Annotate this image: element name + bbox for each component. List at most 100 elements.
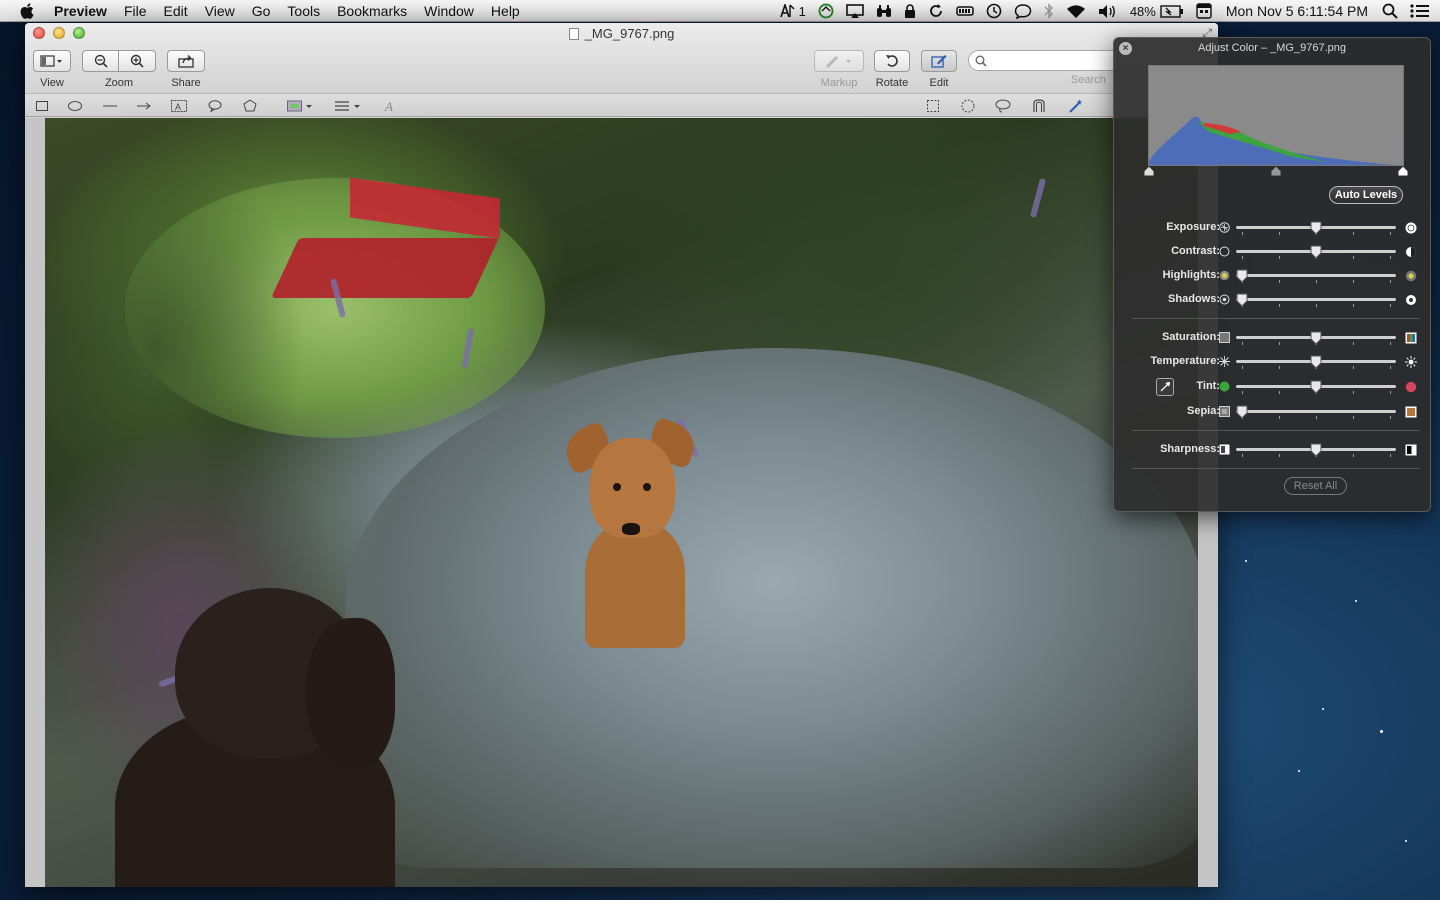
edit-pencil-icon xyxy=(931,55,947,68)
highlights-slider-track[interactable] xyxy=(1236,274,1396,277)
menu-edit[interactable]: Edit xyxy=(155,0,196,22)
color-picker-icon[interactable] xyxy=(287,98,317,114)
slider-tick xyxy=(1390,366,1391,369)
shadows-slider-track[interactable] xyxy=(1236,298,1396,301)
wifi-icon[interactable] xyxy=(1060,0,1092,22)
menu-window[interactable]: Window xyxy=(416,0,483,22)
reset-all-button[interactable]: Reset All xyxy=(1284,477,1347,495)
contrast-slider-thumb[interactable] xyxy=(1310,245,1322,259)
rect-selection-icon[interactable] xyxy=(925,98,941,114)
search-icon xyxy=(975,55,987,67)
view-label: View xyxy=(40,77,64,89)
slider-tick xyxy=(1316,280,1317,283)
bluetooth-icon[interactable] xyxy=(1038,0,1060,22)
auto-levels-button[interactable]: Auto Levels xyxy=(1329,186,1403,204)
slider-tick xyxy=(1353,232,1354,235)
font-style-icon[interactable]: A xyxy=(382,98,398,114)
desktop-star xyxy=(1355,600,1357,602)
tint-magenta-icon xyxy=(1405,381,1417,393)
slider-tick xyxy=(1390,416,1391,419)
instant-alpha-icon[interactable] xyxy=(1068,98,1084,114)
menu-go[interactable]: Go xyxy=(243,0,279,22)
share-button[interactable] xyxy=(167,50,205,72)
shadows-slider-thumb[interactable] xyxy=(1236,293,1248,307)
apple-menu-icon[interactable] xyxy=(18,2,36,20)
chat-bubble-icon[interactable] xyxy=(1008,0,1038,22)
zoom-out-icon xyxy=(94,54,108,68)
smart-lasso-icon[interactable] xyxy=(1031,98,1047,114)
line-style-icon[interactable] xyxy=(335,98,365,114)
rotate-button[interactable] xyxy=(874,50,910,72)
tint-slider-thumb[interactable] xyxy=(1310,380,1322,394)
speech-bubble-icon[interactable] xyxy=(207,98,223,114)
menu-file[interactable]: File xyxy=(115,0,155,22)
volume-icon[interactable] xyxy=(1092,0,1124,22)
highlights-slider-thumb[interactable] xyxy=(1236,269,1248,283)
spotlight-icon[interactable] xyxy=(1376,0,1404,22)
ellipse-selection-icon[interactable] xyxy=(960,98,976,114)
menu-tools[interactable]: Tools xyxy=(279,0,329,22)
slider-tick xyxy=(1353,454,1354,457)
sepia-slider-track[interactable] xyxy=(1236,410,1396,413)
share-group: Share xyxy=(167,50,205,89)
slider-tick xyxy=(1242,366,1243,369)
line-shape-icon[interactable] xyxy=(102,98,118,114)
photo-red-chair xyxy=(271,238,499,298)
menu-help[interactable]: Help xyxy=(482,0,528,22)
sync-icon[interactable] xyxy=(922,0,950,22)
sepia-slider-thumb[interactable] xyxy=(1236,405,1248,419)
levels-midpoint[interactable] xyxy=(1271,166,1281,176)
app-menu-preview[interactable]: Preview xyxy=(50,0,115,22)
view-button[interactable] xyxy=(33,50,71,72)
battery-status[interactable]: 48% xyxy=(1124,0,1190,22)
binoculars-icon[interactable] xyxy=(870,0,898,22)
text-box-icon[interactable]: A xyxy=(171,98,187,114)
exposure-slider-thumb[interactable] xyxy=(1310,221,1322,235)
lock-icon[interactable] xyxy=(898,0,922,22)
airplay-icon[interactable] xyxy=(840,0,870,22)
slider-tick xyxy=(1353,342,1354,345)
memory-icon[interactable] xyxy=(950,0,980,22)
saturation-slider-thumb[interactable] xyxy=(1310,331,1322,345)
zoom-out-button[interactable] xyxy=(82,50,119,72)
edit-group: Edit xyxy=(921,50,957,89)
input-source-status[interactable]: 1 xyxy=(774,0,812,22)
time-machine-icon[interactable] xyxy=(980,0,1008,22)
section-divider xyxy=(1132,468,1420,469)
window-titlebar: _MG_9767.png ⤢ View Zoom Share Markup Ro… xyxy=(25,23,1218,93)
menu-view[interactable]: View xyxy=(196,0,243,22)
zoom-in-button[interactable] xyxy=(119,50,156,72)
sharpness-slider-thumb[interactable] xyxy=(1310,443,1322,457)
eyedropper-button[interactable] xyxy=(1156,378,1174,396)
zoom-label: Zoom xyxy=(104,77,134,89)
rectangle-shape-icon[interactable] xyxy=(34,98,50,114)
calendar-icon[interactable] xyxy=(1190,0,1218,22)
menu-bookmarks[interactable]: Bookmarks xyxy=(329,0,416,22)
rotate-group: Rotate xyxy=(874,50,910,89)
search-input[interactable] xyxy=(968,50,1118,71)
edit-button[interactable] xyxy=(921,50,957,72)
arrow-shape-icon[interactable] xyxy=(136,98,152,114)
document-canvas[interactable] xyxy=(25,118,1218,887)
dog-eye xyxy=(613,483,621,491)
lasso-selection-icon[interactable] xyxy=(995,98,1011,114)
menubar-clock[interactable]: Mon Nov 5 6:11:54 PM xyxy=(1218,0,1376,22)
levels-sliders xyxy=(1144,166,1408,178)
document-proxy-icon[interactable] xyxy=(568,28,579,40)
temperature-slider-thumb[interactable] xyxy=(1310,355,1322,369)
notification-center-icon[interactable] xyxy=(1404,0,1440,22)
highlights-row: Highlights: xyxy=(1114,267,1432,285)
slider-tick xyxy=(1390,232,1391,235)
levels-black-point[interactable] xyxy=(1144,166,1154,176)
levels-white-point[interactable] xyxy=(1398,166,1408,176)
saturation-low-icon xyxy=(1219,332,1230,343)
sharpness-high-icon xyxy=(1405,444,1417,456)
dog-nose xyxy=(622,523,640,535)
recycle-status-icon[interactable] xyxy=(812,0,840,22)
polygon-shape-icon[interactable] xyxy=(242,98,258,114)
zoom-group: Zoom xyxy=(82,50,156,89)
section-divider xyxy=(1132,318,1420,319)
oval-shape-icon[interactable] xyxy=(67,98,83,114)
markup-button[interactable] xyxy=(814,50,864,72)
slider-tick xyxy=(1316,304,1317,307)
